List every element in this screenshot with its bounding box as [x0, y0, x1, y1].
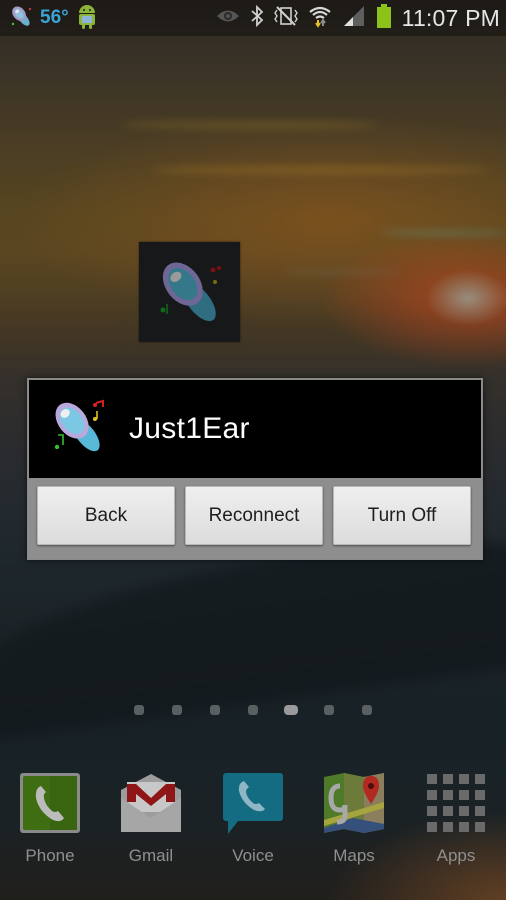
- wifi-icon: [308, 4, 332, 33]
- reconnect-button[interactable]: Reconnect: [185, 486, 323, 545]
- bluetooth-icon: [250, 4, 264, 32]
- wallpaper-cloud: [150, 165, 490, 175]
- turn-off-button[interactable]: Turn Off: [333, 486, 471, 545]
- page-dot[interactable]: [362, 705, 372, 715]
- just1ear-notification-icon: [8, 3, 34, 34]
- phone-icon: [19, 772, 81, 834]
- page-dot[interactable]: [248, 705, 258, 715]
- dock-label-gmail: Gmail: [128, 846, 174, 865]
- dialog-title: Just1Ear: [129, 412, 250, 445]
- page-dot[interactable]: [172, 705, 182, 715]
- battery-icon: [376, 3, 392, 34]
- weather-temperature: 56°: [40, 7, 69, 28]
- android-robot-icon: [75, 2, 99, 35]
- page-dot-active[interactable]: [284, 705, 298, 715]
- gmail-icon: [120, 772, 182, 834]
- page-dot[interactable]: [324, 705, 334, 715]
- just1ear-app-icon: [160, 262, 221, 322]
- apps-grid-icon: [425, 772, 487, 834]
- wallpaper-cloud: [120, 120, 380, 130]
- dock-label-apps: Apps: [436, 846, 476, 865]
- status-bar[interactable]: 56° 11:07 PM: [0, 0, 506, 36]
- eye-icon: [216, 8, 240, 29]
- dock-maps[interactable]: Maps: [314, 772, 394, 866]
- voice-icon: [222, 772, 284, 834]
- page-indicator: [0, 705, 506, 715]
- dock-label-voice: Voice: [232, 846, 274, 865]
- dock-gmail[interactable]: Gmail: [111, 772, 191, 866]
- just1ear-dialog: Just1Ear Back Reconnect Turn Off: [27, 378, 483, 560]
- just1ear-widget[interactable]: [139, 242, 240, 342]
- page-dot[interactable]: [210, 705, 220, 715]
- back-button[interactable]: Back: [37, 486, 175, 545]
- maps-icon: [323, 772, 385, 834]
- dock-apps[interactable]: Apps: [416, 772, 496, 866]
- just1ear-logo-icon: [49, 395, 109, 464]
- dialog-header: Just1Ear: [29, 380, 481, 478]
- wallpaper-cloud: [280, 270, 400, 274]
- clock: 11:07 PM: [401, 4, 500, 31]
- dialog-button-bar: Back Reconnect Turn Off: [28, 479, 482, 559]
- dock-label-phone: Phone: [25, 846, 75, 865]
- dock-voice[interactable]: Voice: [213, 772, 293, 866]
- page-dot[interactable]: [134, 705, 144, 715]
- dock-phone[interactable]: Phone: [10, 772, 90, 866]
- vibrate-mute-icon: [273, 5, 298, 32]
- dock-label-maps: Maps: [333, 846, 375, 865]
- wallpaper-cloud: [380, 230, 506, 236]
- signal-icon: [342, 5, 366, 32]
